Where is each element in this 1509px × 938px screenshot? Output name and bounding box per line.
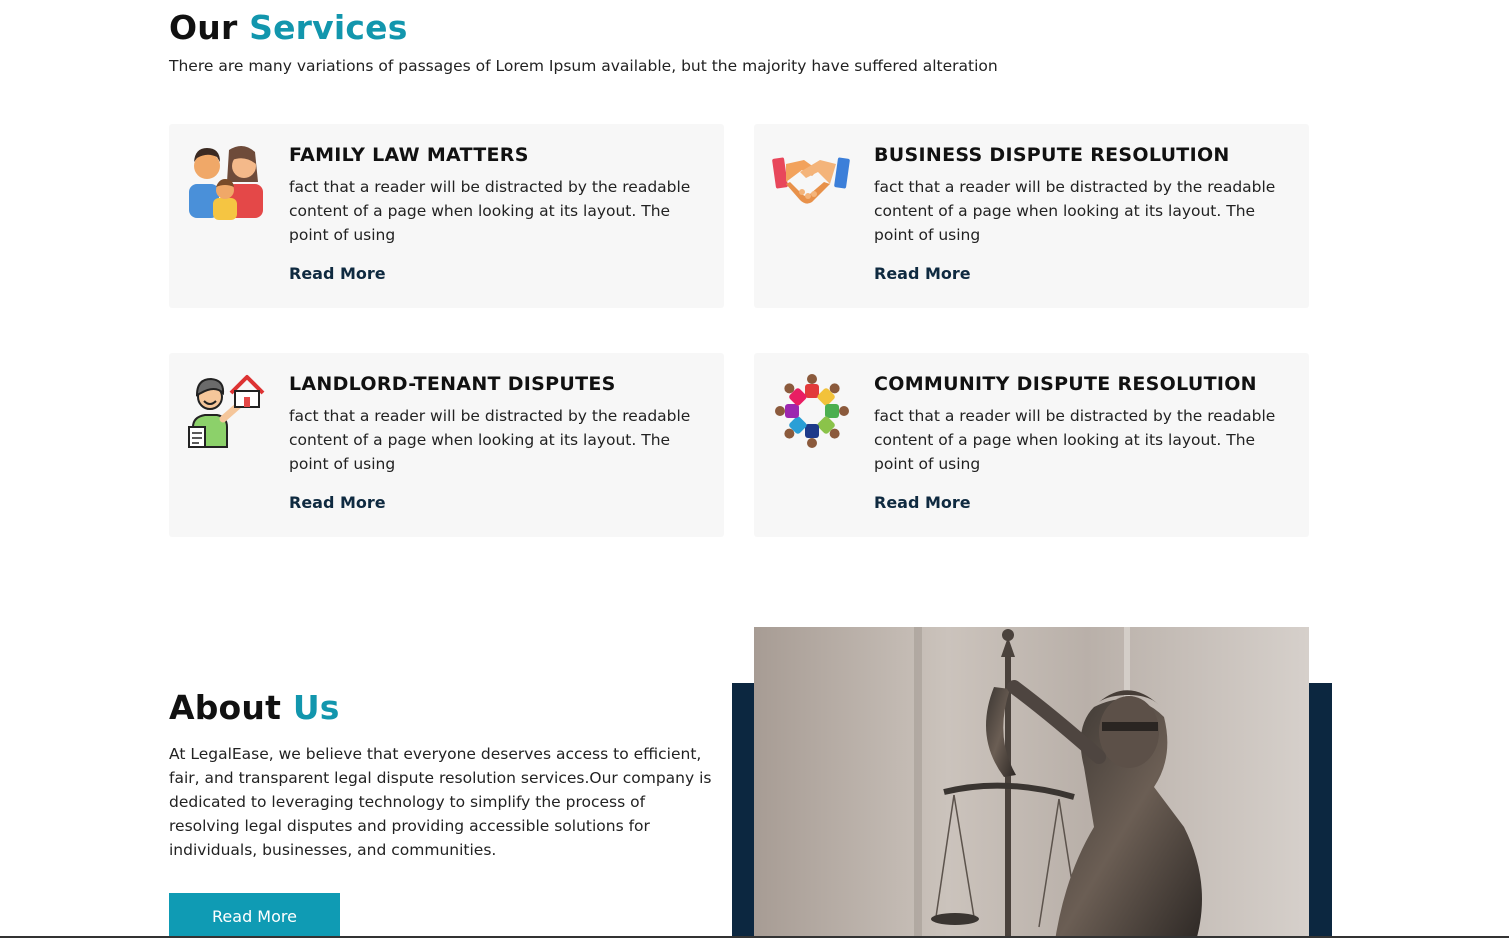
card-title: BUSINESS DISPUTE RESOLUTION (874, 144, 1230, 166)
services-subtitle: There are many variations of passages of… (169, 57, 998, 75)
service-card-community-dispute: COMMUNITY DISPUTE RESOLUTION fact that a… (754, 353, 1309, 537)
read-more-link[interactable]: Read More (874, 264, 971, 283)
service-card-landlord-tenant: LANDLORD-TENANT DISPUTES fact that a rea… (169, 353, 724, 537)
read-more-link[interactable]: Read More (874, 493, 971, 512)
services-title: Our Services (169, 8, 408, 47)
family-icon (187, 142, 267, 222)
services-title-main: Our (169, 8, 238, 47)
card-title: FAMILY LAW MATTERS (289, 144, 529, 166)
handshake-icon (772, 142, 852, 222)
about-title-main: About (169, 688, 282, 727)
services-title-accent: Services (249, 8, 408, 47)
community-circle-icon (772, 371, 852, 451)
card-title: LANDLORD-TENANT DISPUTES (289, 373, 616, 395)
read-more-link[interactable]: Read More (289, 264, 386, 283)
about-title: About Us (169, 688, 340, 727)
card-text: fact that a reader will be distracted by… (289, 407, 691, 473)
lady-justice-statue-image (754, 627, 1309, 938)
about-title-accent: Us (292, 688, 340, 727)
landlord-house-icon (187, 371, 267, 451)
service-card-family-law: FAMILY LAW MATTERS fact that a reader wi… (169, 124, 724, 308)
about-text: At LegalEase, we believe that everyone d… (169, 745, 712, 859)
card-text: fact that a reader will be distracted by… (874, 407, 1276, 473)
read-more-link[interactable]: Read More (289, 493, 386, 512)
service-card-business-dispute: BUSINESS DISPUTE RESOLUTION fact that a … (754, 124, 1309, 308)
card-text: fact that a reader will be distracted by… (874, 178, 1276, 244)
about-read-more-button[interactable]: Read More (169, 893, 340, 938)
card-title: COMMUNITY DISPUTE RESOLUTION (874, 373, 1257, 395)
card-text: fact that a reader will be distracted by… (289, 178, 691, 244)
